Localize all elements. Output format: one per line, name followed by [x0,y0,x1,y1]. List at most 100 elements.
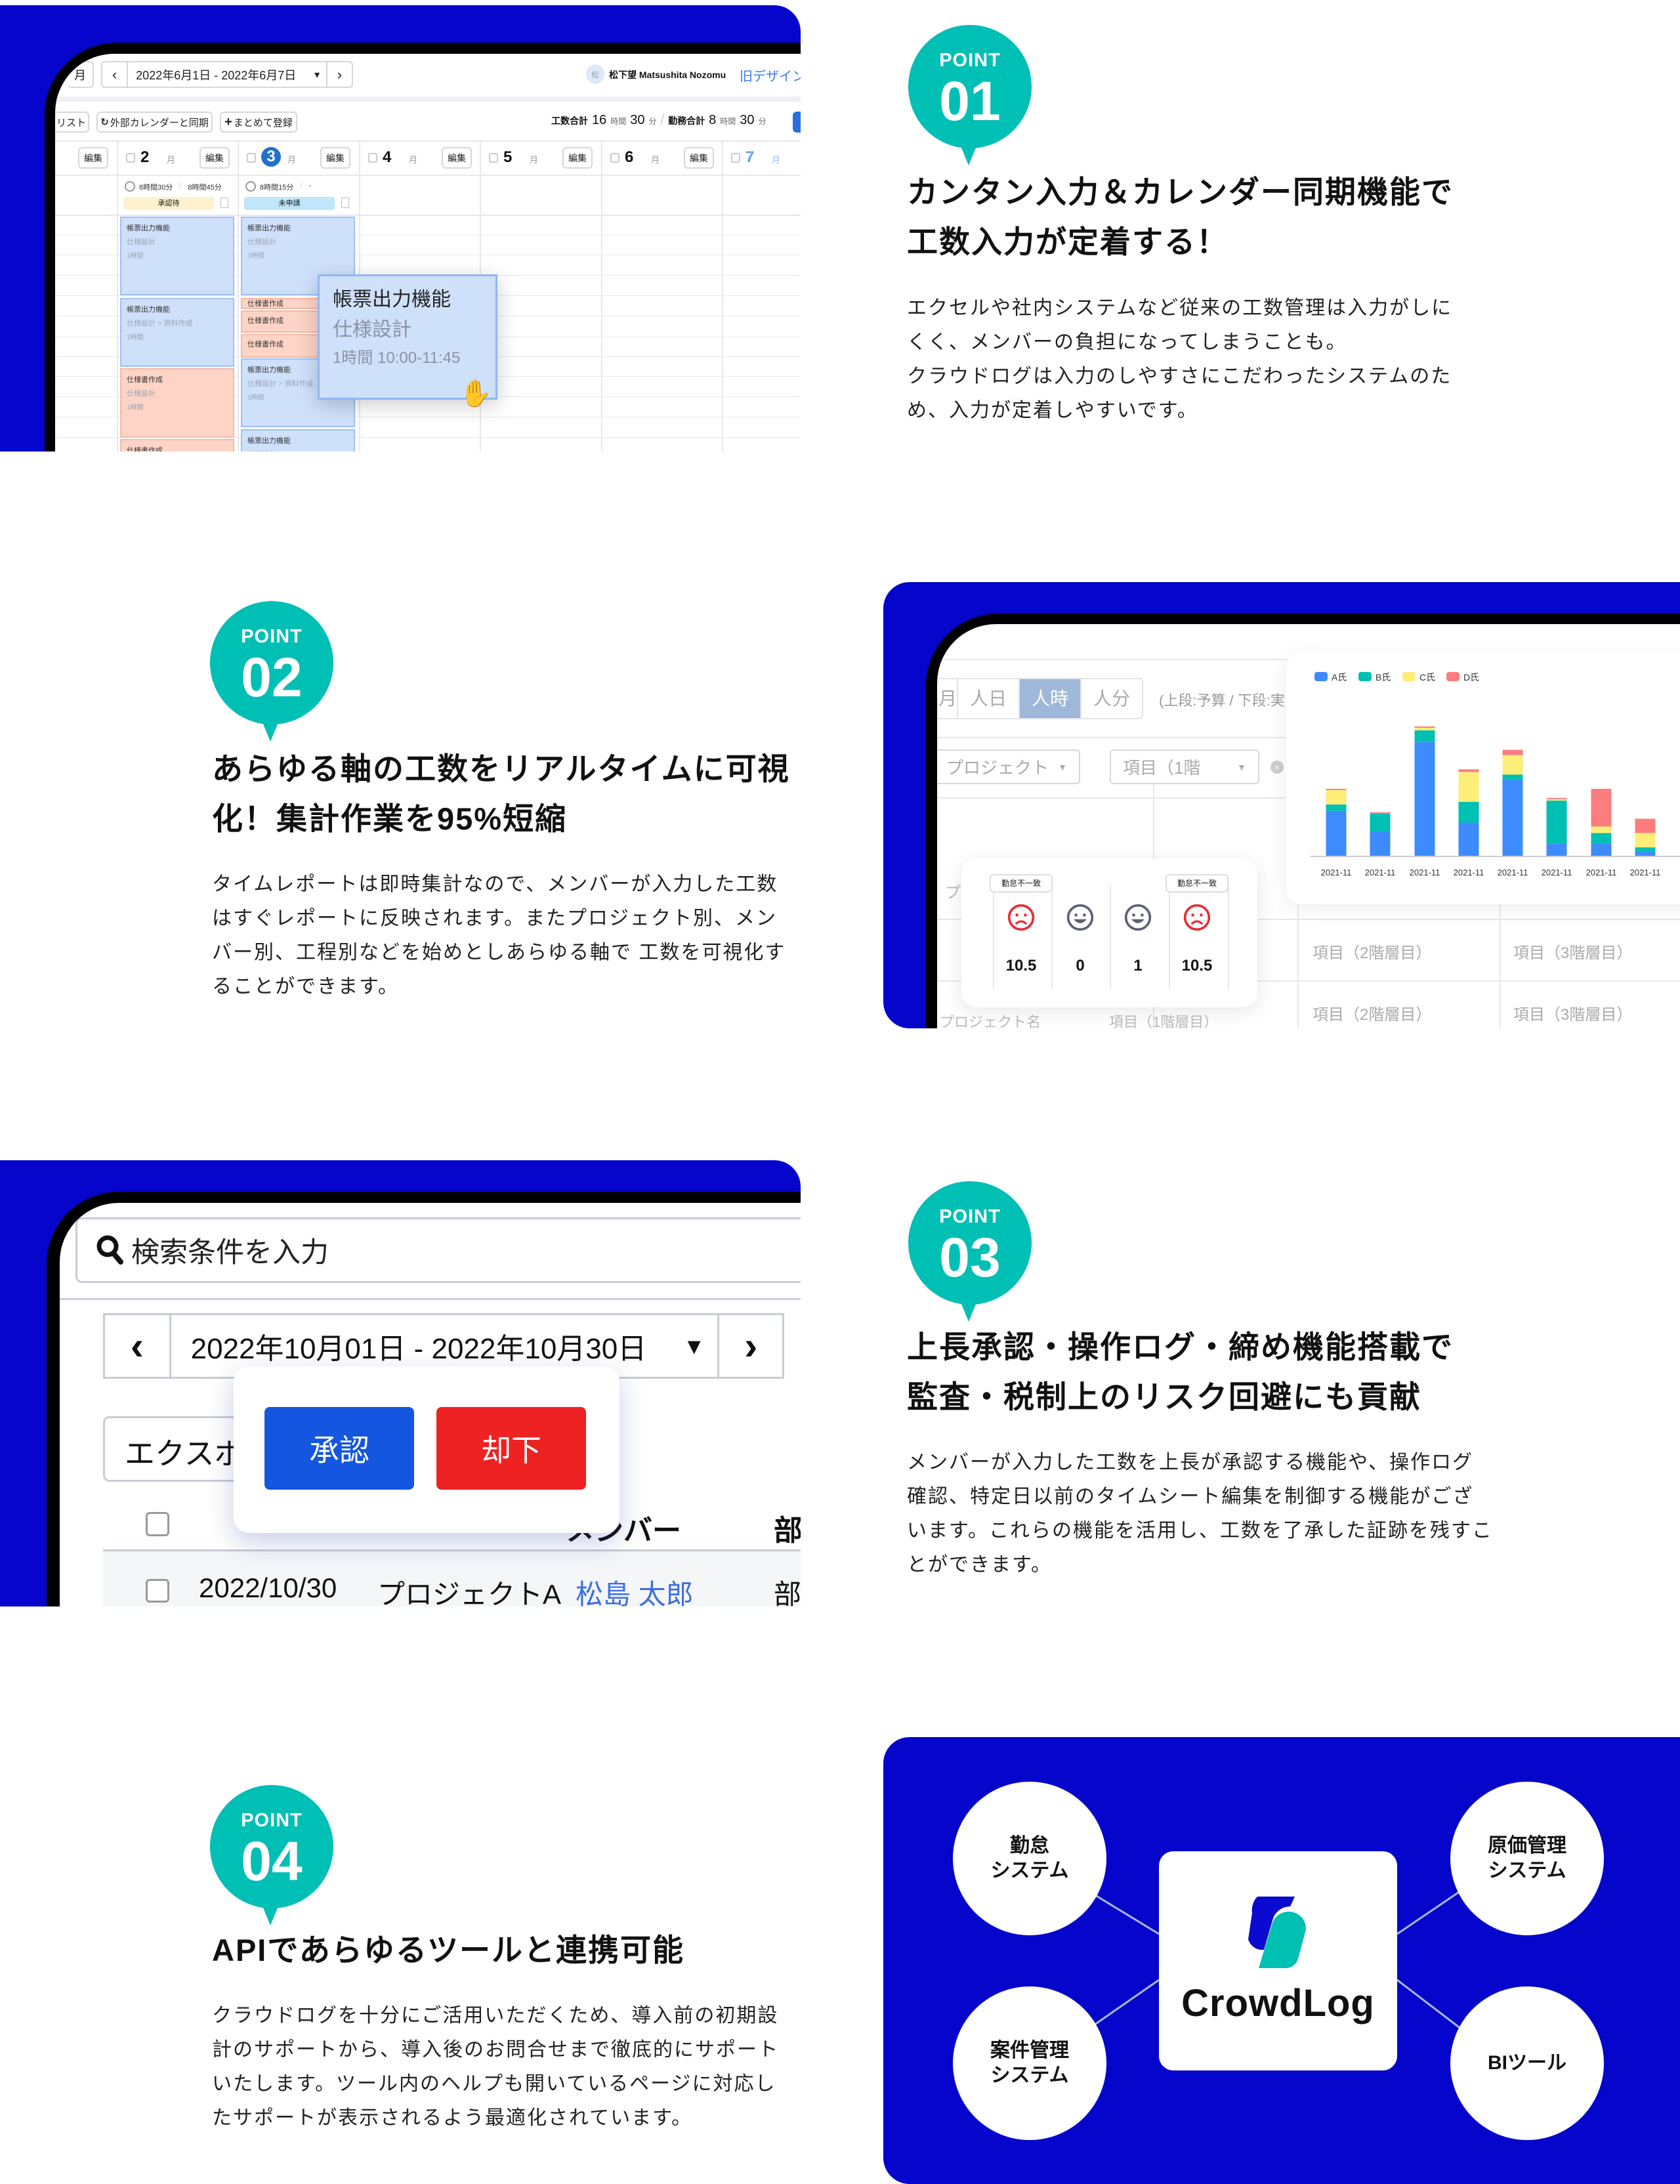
crowdlog-center-card: CrowdLog [1159,1851,1397,2070]
event-duration: 1時間 [127,334,144,341]
sync-calendar-button[interactable]: ↻ 外部カレンダーと同期 [96,112,213,133]
calendar-event[interactable]: 仕様書作成 [120,439,234,452]
edit-button[interactable]: 編集 [320,147,350,169]
row-date: 2022/10/30 [199,1572,337,1603]
legend-label: A氏 [1332,672,1347,682]
unit-toggle[interactable]: 人月人日人時人分 [937,678,1143,719]
title-line: 監査・税制上のリスク回避にも貢献 [907,1379,1421,1414]
point-badge: POINT 02 [210,601,333,742]
user-avatar[interactable]: 松 [586,64,604,84]
edit-button[interactable]: 編集 [562,147,593,169]
item-filter-select[interactable]: 項目（1階 ▼ [1110,749,1259,784]
body-line: くく、メンバーの負担になってしまうことも。 [907,331,1347,353]
prev-period-button[interactable]: ‹ [105,1315,171,1377]
weekday-label: 月 [651,155,660,165]
work-total-minutes: 30 [630,113,645,127]
day-checkbox[interactable] [368,153,377,163]
table-cell: プロジェクト名 [940,1014,1041,1028]
stacked-bar-chart: A氏 B氏 C氏 D氏 2021-11 2021-11 2021-11 2021-11 2021… [1311,672,1680,877]
body-line: タイムレポートは即時集計なので、メンバーが入力した工数 [212,873,778,895]
edit-button[interactable]: 編集 [200,147,230,169]
day-checkbox[interactable] [489,153,498,163]
calendar-event[interactable]: 帳票出力機能仕様設計 [241,429,355,452]
section-title: カンタン入力＆カレンダー同期機能で 工数入力が定着する！ [907,167,1454,267]
day-checkbox[interactable] [126,153,135,163]
bulk-register-button[interactable]: + まとめて登録 [220,112,297,133]
list-button[interactable]: リスト [55,112,89,133]
unit-tab[interactable]: 人月 [937,679,957,718]
date-range-label[interactable]: 2022年10月01日 - 2022年10月30日 [171,1325,688,1367]
document-icon[interactable] [220,198,228,208]
totals-readout: 工数合計 16 時間 30 分 / 勤務合計 8 時間 30 分 [551,113,766,128]
reject-button[interactable]: 却下 [436,1407,586,1490]
day-checkbox[interactable] [247,153,256,163]
clear-filter-icon[interactable]: × [1270,761,1284,774]
divider [937,737,1331,738]
unit-tab[interactable]: 人日 [957,679,1018,718]
point-badge: POINT 01 [908,25,1032,165]
calendar-event[interactable]: 帳票出力機能 仕様設計 1時間 [120,217,234,295]
reject-label: 却下 [481,1433,541,1467]
body-line: 確認、特定日以前のタイムシート編集を制御する機能がござ [907,1486,1474,1507]
day-checkbox[interactable] [731,153,740,163]
body-line: いたします。ツール内のヘルプも開いているページに対応し [212,2073,776,2095]
approval-showcase-panel: 検索条件を入力 ‹ 2022年10月01日 - 2022年10月30日 ▾ › … [0,1160,801,1606]
column-divider [238,141,239,452]
edit-button[interactable]: 編集 [78,147,108,169]
bar-segment [1326,789,1347,791]
old-design-link[interactable]: 旧デザインに [740,66,801,85]
section-body: メンバーが入力した工数を上長が承認する機能や、操作ログ 確認、特定日以前のタイムシ… [907,1446,1493,1582]
row-project: プロジェクトA [377,1579,562,1606]
calendar-event[interactable]: 仕様書作成 仕様設計 1時間 [120,368,234,438]
document-icon[interactable] [341,198,349,208]
section-title: 上長承認・操作ログ・締め機能搭載で 監査・税制上のリスク回避にも貢献 [907,1322,1454,1422]
send-button[interactable]: ➤ [793,112,801,133]
hand-cursor-icon: ✋ [459,379,492,408]
search-input[interactable]: 検索条件を入力 [75,1217,801,1283]
row-dept: 部署 [774,1579,801,1606]
node-label: システム [990,1860,1069,1881]
project-filter-select[interactable]: プロジェクト ▼ [937,749,1080,784]
bar-segment [1591,833,1612,844]
date-range-label[interactable]: 2022年6月1日 - 2022年6月7日 [128,66,314,83]
day-number: 6 [625,148,634,166]
unit-tab[interactable]: 人分 [1080,679,1142,718]
title-line: 上長承認・操作ログ・締め機能搭載で [907,1330,1454,1364]
user-name: 松下望 Matsushita Nozomu [609,70,726,80]
unit-tab[interactable]: 人時 [1018,679,1080,718]
title-line: 工数入力が定着する！ [907,224,1228,259]
point-number: 01 [939,70,1001,132]
work-hours: 8時間15分 [260,184,294,192]
day-checkbox[interactable] [610,153,620,163]
date-range-nav[interactable]: ‹ 2022年6月1日 - 2022年6月7日 ▾ › [101,61,353,88]
row-checkbox[interactable] [146,1579,169,1603]
edit-button[interactable]: 編集 [684,147,714,169]
next-period-button[interactable]: › [717,1315,782,1377]
row-member-link[interactable]: 松島 太郎 [576,1572,694,1606]
bar-segment [1326,804,1347,811]
month-view-button[interactable]: 月 [68,61,94,88]
edit-button[interactable]: 編集 [442,147,472,169]
bar-segment [1546,843,1567,856]
bar-segment [1591,826,1612,833]
event-duration: 1時間 [247,253,264,260]
body-line: はすぐレポートに反映されます。またプロジェクト別、メン [212,908,777,929]
weekday-label: 月 [409,155,418,165]
edit-label: 編集 [448,152,466,163]
bar-segment [1502,755,1523,775]
sad-face-icon [1007,904,1035,931]
divider [937,659,1331,660]
event-title: 仕様書作成 [127,447,163,452]
popup-title: 帳票出力機能 [333,289,451,310]
table-row[interactable]: 2022/10/30 プロジェクトA 松島 太郎 部署 [103,1551,801,1606]
event-title: 帳票出力機能 [247,224,291,232]
bar-segment [1502,780,1523,856]
calendar-event[interactable]: 帳票出力機能 仕様設計 > 資料作成 1時間 [120,298,234,367]
event-duration: 1時間 [127,253,144,260]
prev-week-button[interactable]: ‹ [102,62,129,87]
approve-button[interactable]: 承認 [264,1407,414,1490]
day-number: 5 [503,148,513,166]
next-week-button[interactable]: › [326,62,352,87]
column-divider [601,141,602,452]
select-all-checkbox[interactable] [146,1512,169,1536]
